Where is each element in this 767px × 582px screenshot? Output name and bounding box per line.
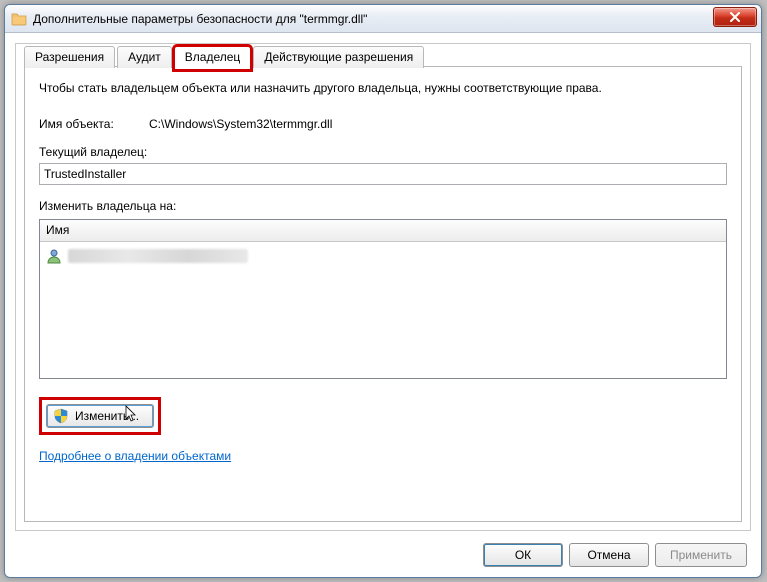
list-column-name[interactable]: Имя [40, 220, 726, 242]
tabstrip: Разрешения Аудит Владелец Действующие ра… [24, 42, 426, 68]
tab-effective-permissions[interactable]: Действующие разрешения [253, 46, 424, 68]
tab-permissions[interactable]: Разрешения [24, 46, 115, 68]
dialog-button-row: ОК Отмена Применить [483, 543, 747, 567]
ok-button[interactable]: ОК [483, 543, 563, 567]
cancel-button[interactable]: Отмена [569, 543, 649, 567]
object-name-label: Имя объекта: [39, 117, 149, 131]
close-icon [730, 12, 740, 22]
titlebar[interactable]: Дополнительные параметры безопасности дл… [5, 5, 761, 33]
tab-owner[interactable]: Владелец [174, 46, 252, 70]
change-button-highlight: Изменить... [39, 397, 161, 435]
apply-button[interactable]: Применить [655, 543, 747, 567]
close-button[interactable] [713, 7, 757, 27]
cursor-icon [125, 405, 139, 425]
user-icon [46, 248, 62, 264]
user-name-redacted [68, 249, 248, 263]
object-name-value: C:\Windows\System32\termmgr.dll [149, 117, 727, 131]
advanced-security-dialog: Дополнительные параметры безопасности дл… [4, 4, 762, 578]
list-body [40, 242, 726, 378]
uac-shield-icon [53, 408, 69, 424]
change-owner-to-label: Изменить владельца на: [39, 199, 727, 213]
learn-more-link[interactable]: Подробнее о владении объектами [39, 449, 231, 463]
current-owner-field[interactable] [39, 163, 727, 185]
owner-tab-panel: Чтобы стать владельцем объекта или назна… [24, 66, 742, 522]
owner-candidates-list[interactable]: Имя [39, 219, 727, 379]
list-item[interactable] [46, 246, 720, 266]
window-title: Дополнительные параметры безопасности дл… [33, 12, 367, 26]
folder-icon [11, 11, 27, 27]
content-area: Разрешения Аудит Владелец Действующие ра… [15, 43, 751, 531]
tab-audit[interactable]: Аудит [117, 46, 172, 68]
intro-text: Чтобы стать владельцем объекта или назна… [39, 81, 727, 95]
current-owner-label: Текущий владелец: [39, 145, 727, 159]
